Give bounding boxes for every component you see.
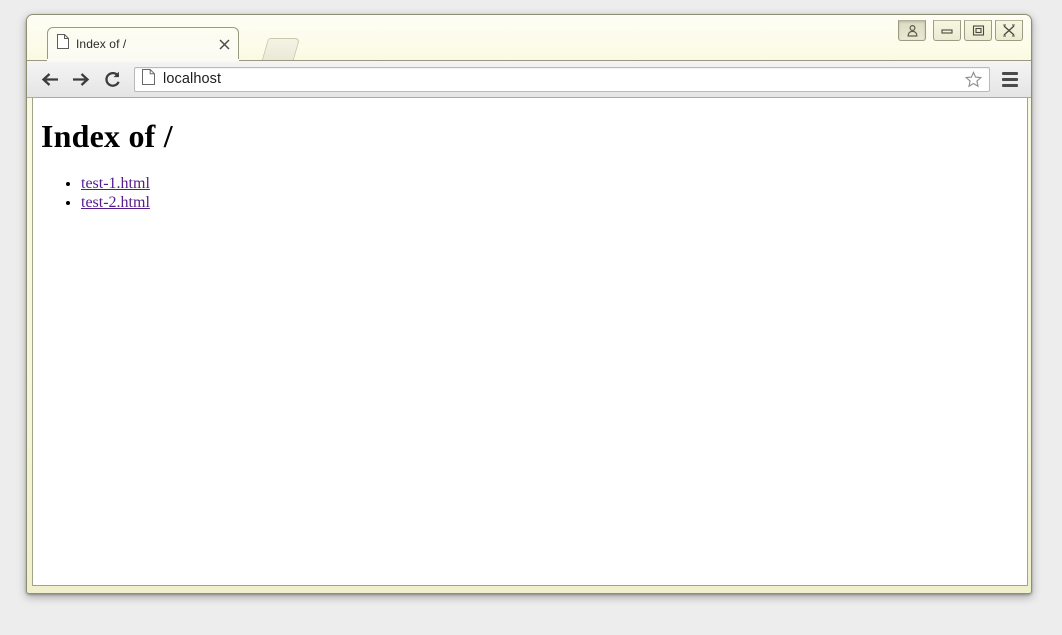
close-icon[interactable]: [216, 36, 232, 52]
page-icon: [142, 68, 155, 90]
page-viewport: Index of / test-1.html test-2.html: [32, 98, 1028, 586]
maximize-icon[interactable]: [964, 20, 992, 41]
new-tab-button[interactable]: [261, 38, 301, 60]
minimize-icon[interactable]: [933, 20, 961, 41]
file-link-test-2[interactable]: test-2.html: [81, 194, 150, 211]
url-input[interactable]: localhost: [163, 71, 963, 87]
hamburger-menu-icon[interactable]: [997, 66, 1023, 92]
window-controls: [898, 20, 1023, 41]
menu-bar-1: [1002, 71, 1018, 75]
arrow-left-icon[interactable]: [37, 66, 63, 92]
menu-bar-3: [1002, 83, 1018, 87]
tab-strip: Index of /: [27, 15, 1031, 62]
tab-title: Index of /: [76, 37, 127, 51]
directory-index-page: Index of / test-1.html test-2.html: [33, 98, 1027, 220]
file-link-test-1[interactable]: test-1.html: [81, 175, 150, 192]
arrow-right-icon[interactable]: [67, 66, 93, 92]
browser-toolbar: localhost: [27, 60, 1031, 98]
page-title: Index of /: [41, 118, 173, 154]
browser-window: Index of / localhost Index of / • test-1…: [26, 14, 1032, 594]
star-icon[interactable]: [963, 69, 983, 89]
close-icon[interactable]: [995, 20, 1023, 41]
directory-listing: test-1.html test-2.html: [41, 175, 1019, 212]
person-icon[interactable]: [898, 20, 926, 41]
page-icon: [57, 34, 69, 54]
menu-bar-2: [1002, 77, 1018, 81]
url-bar[interactable]: localhost: [134, 66, 990, 92]
tab-index-of[interactable]: Index of /: [47, 27, 239, 62]
reload-icon[interactable]: [99, 66, 125, 92]
list-item: test-1.html: [81, 175, 1019, 194]
list-item: test-2.html: [81, 194, 1019, 213]
